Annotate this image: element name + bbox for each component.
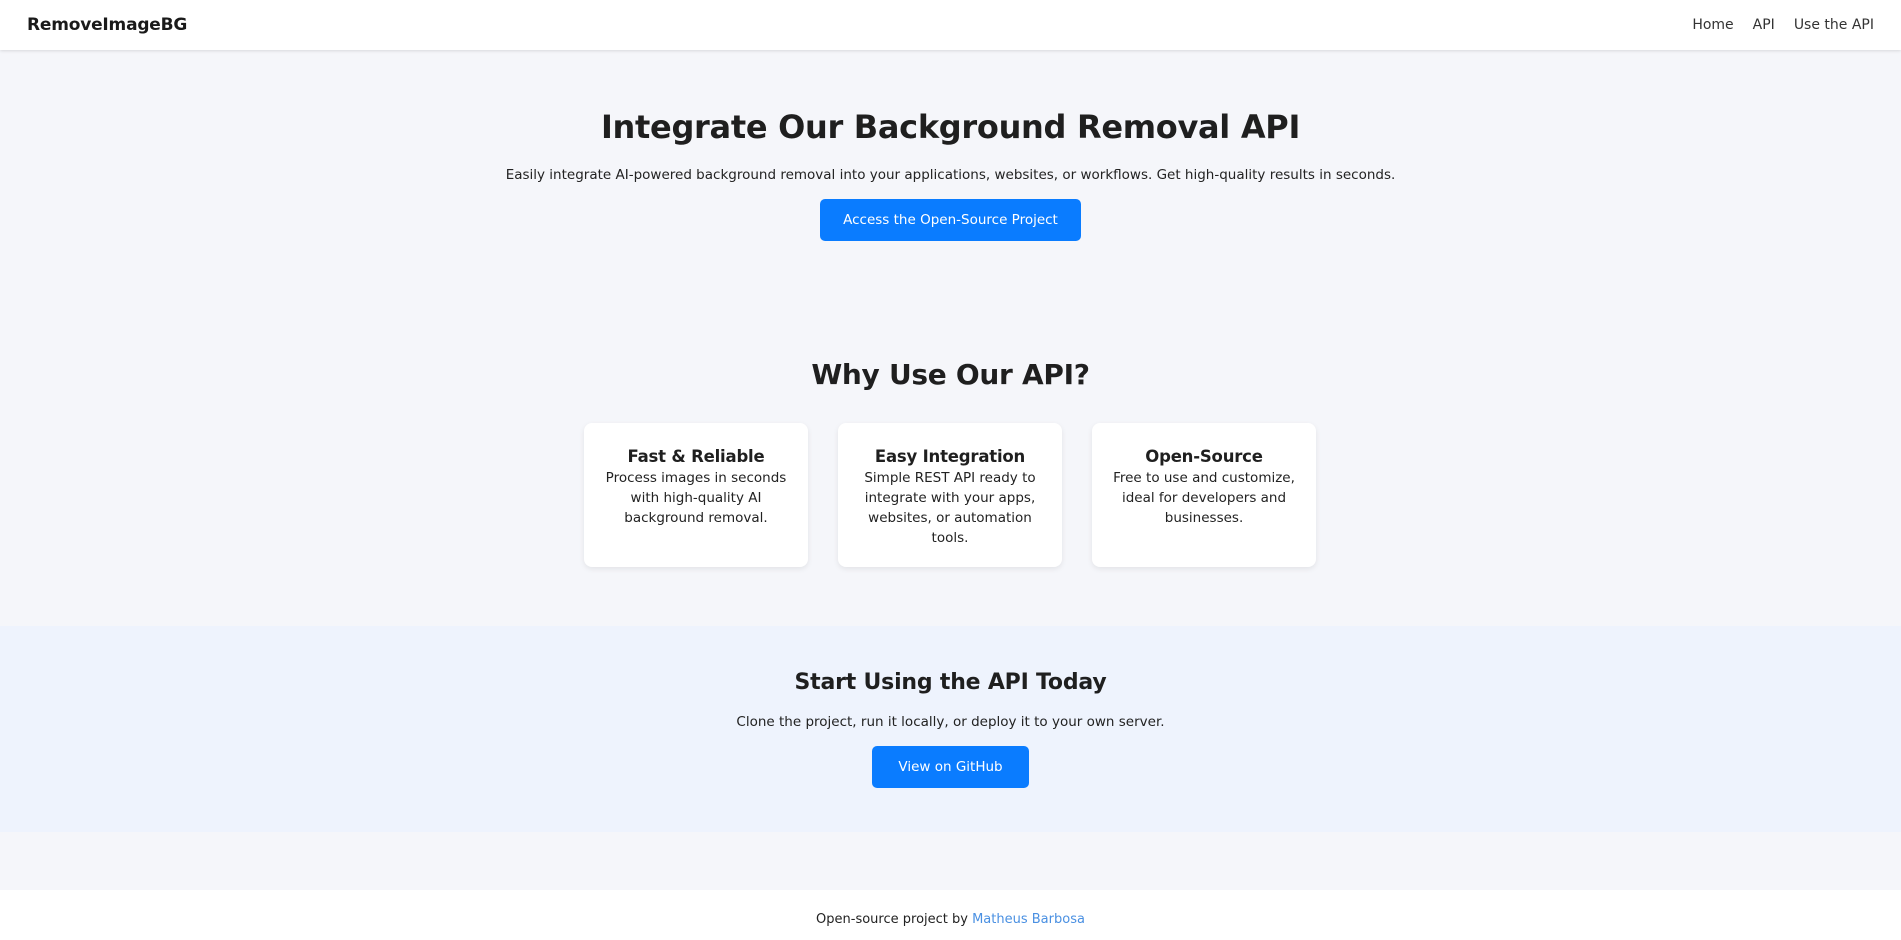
nav-link-home[interactable]: Home bbox=[1692, 17, 1733, 33]
nav-link-use-the-api[interactable]: Use the API bbox=[1794, 17, 1874, 33]
cta-subtitle: Clone the project, run it locally, or de… bbox=[736, 714, 1165, 730]
hero-subtitle: Easily integrate AI-powered background r… bbox=[505, 167, 1396, 183]
cta-section: Start Using the API Today Clone the proj… bbox=[0, 626, 1901, 832]
view-on-github-button[interactable]: View on GitHub bbox=[872, 746, 1029, 788]
feature-card-fast-reliable: Fast & Reliable Process images in second… bbox=[584, 423, 808, 567]
footer-credit-text: Open-source project by bbox=[816, 912, 973, 927]
feature-card-title: Open-Source bbox=[1145, 447, 1263, 466]
feature-card-text: Simple REST API ready to integrate with … bbox=[864, 470, 1036, 546]
feature-card-text: Process images in seconds with high-qual… bbox=[605, 470, 787, 526]
feature-card-title: Fast & Reliable bbox=[627, 447, 765, 466]
cta-title: Start Using the API Today bbox=[794, 670, 1107, 695]
site-header: RemoveImageBG Home API Use the API bbox=[0, 0, 1901, 50]
nav-link-api[interactable]: API bbox=[1753, 17, 1775, 33]
main-nav: Home API Use the API bbox=[1692, 17, 1874, 33]
hero-title: Integrate Our Background Removal API bbox=[600, 108, 1301, 146]
access-open-source-button[interactable]: Access the Open-Source Project bbox=[820, 199, 1081, 241]
brand-logo[interactable]: RemoveImageBG bbox=[27, 15, 187, 35]
feature-card-text: Free to use and customize, ideal for dev… bbox=[1113, 470, 1295, 526]
site-footer: Open-source project by Matheus Barbosa bbox=[0, 890, 1901, 940]
feature-card-open-source: Open-Source Free to use and customize, i… bbox=[1092, 423, 1316, 567]
why-title: Why Use Our API? bbox=[811, 358, 1090, 391]
author-link[interactable]: Matheus Barbosa bbox=[972, 912, 1085, 927]
feature-card-title: Easy Integration bbox=[874, 447, 1026, 466]
feature-card-easy-integration: Easy Integration Simple REST API ready t… bbox=[838, 423, 1062, 567]
